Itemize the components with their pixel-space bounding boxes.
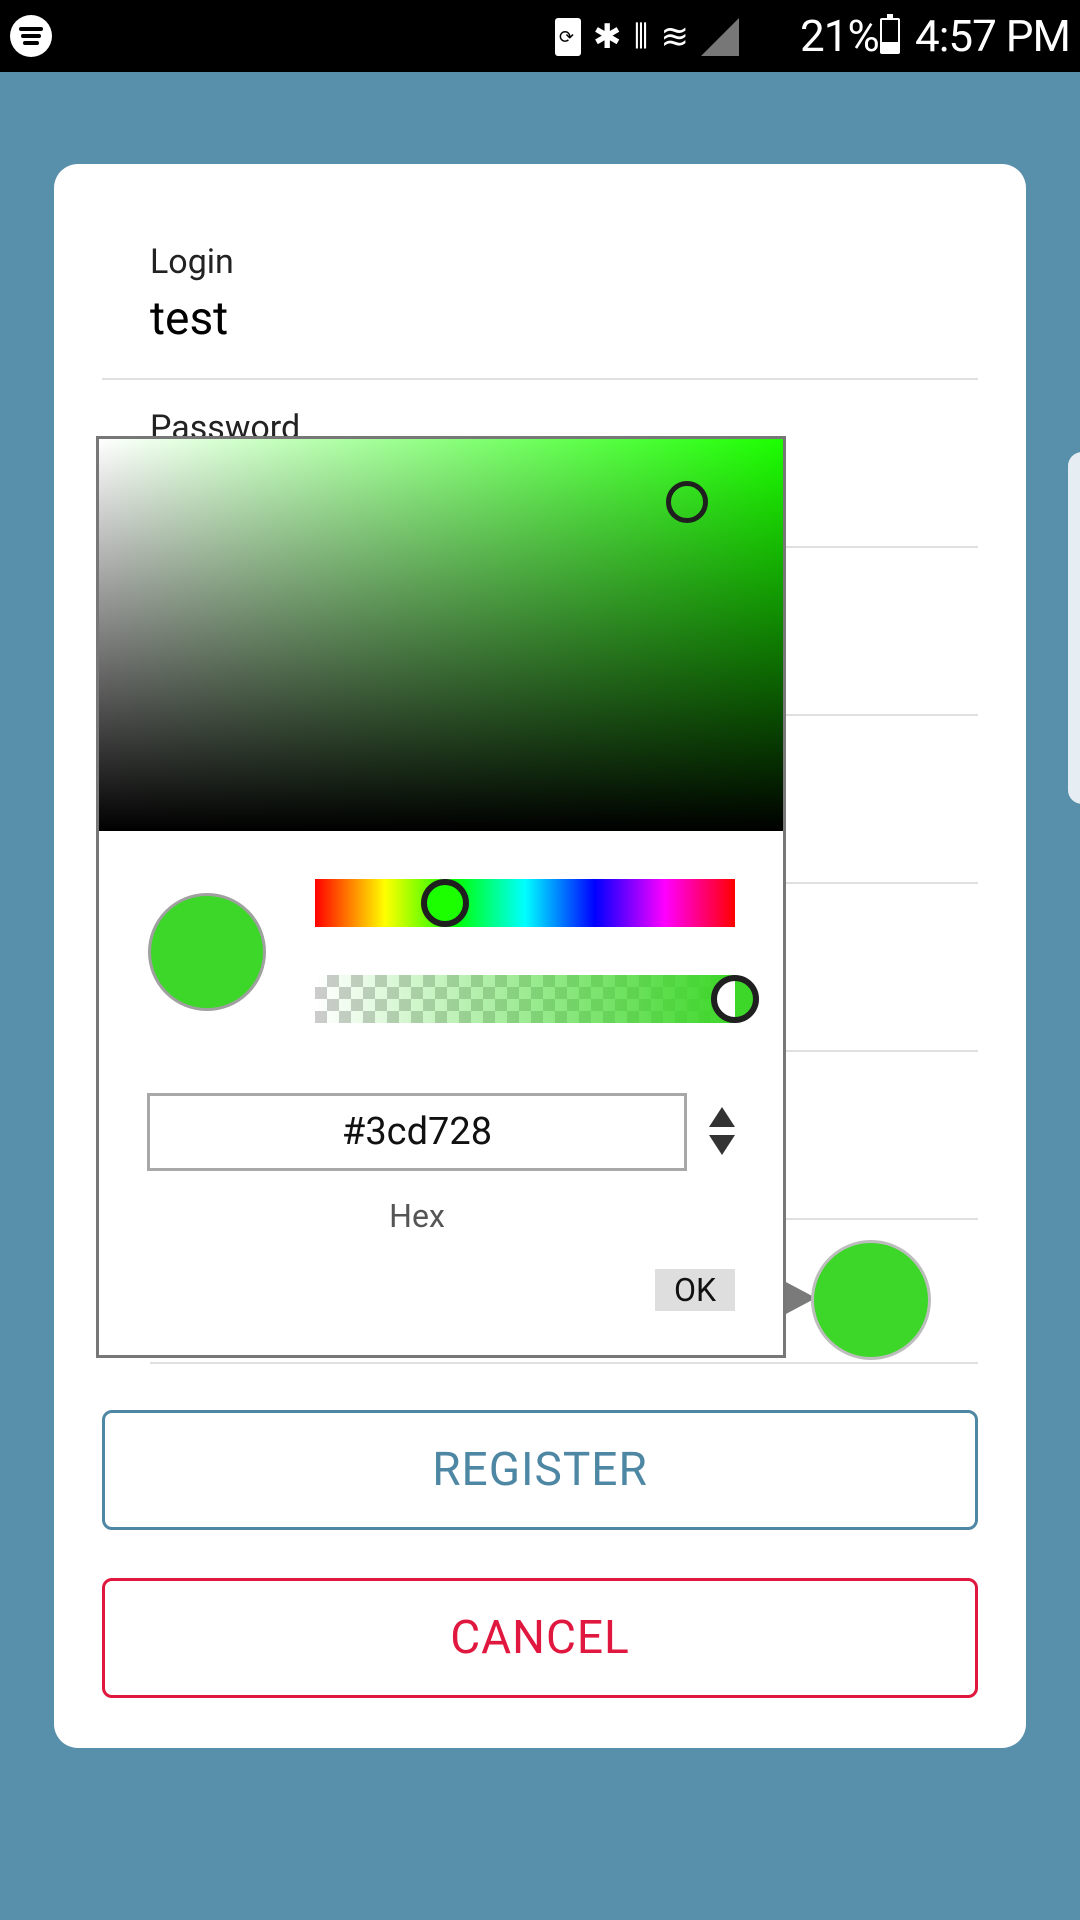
saturation-value-cursor[interactable] <box>666 480 709 523</box>
login-value[interactable]: test <box>150 292 228 346</box>
color-picker-popup: #3cd728 Hex OK <box>96 436 786 1358</box>
clock: 4:57 PM <box>915 10 1071 62</box>
color-swatch[interactable] <box>811 1240 931 1360</box>
cancel-button[interactable]: CANCEL <box>102 1578 978 1698</box>
bluetooth-icon: ✱ <box>593 17 622 57</box>
register-button[interactable]: REGISTER <box>102 1410 978 1530</box>
color-preview-circle <box>148 893 266 1011</box>
alpha-slider-knob[interactable] <box>711 975 759 1023</box>
hue-slider-knob[interactable] <box>421 879 470 927</box>
login-label: Login <box>150 242 234 282</box>
alpha-slider[interactable] <box>315 975 759 1023</box>
signal-icon <box>700 18 739 56</box>
color-mode-label: Hex <box>389 1197 445 1235</box>
arrow-down-icon <box>709 1135 735 1155</box>
battery-saver-icon <box>555 18 581 56</box>
mode-toggle-arrows-icon[interactable] <box>707 1107 737 1159</box>
saturation-value-area[interactable] <box>99 439 783 831</box>
hue-slider[interactable] <box>315 879 735 927</box>
ok-button[interactable]: OK <box>655 1269 735 1311</box>
edge-panel-handle[interactable] <box>1068 452 1080 804</box>
login-field[interactable]: Login test <box>102 164 978 380</box>
vibrate-icon: ⦀ <box>633 17 649 57</box>
spotify-icon <box>10 15 52 57</box>
wifi-icon: ≋ <box>660 17 689 57</box>
battery-icon <box>880 14 900 54</box>
arrow-up-icon <box>709 1107 735 1127</box>
status-bar: ✱ ⦀ ≋ 21% 4:57 PM <box>0 0 1080 72</box>
battery-percent: 21% <box>800 10 880 62</box>
hex-input[interactable]: #3cd728 <box>147 1093 687 1171</box>
